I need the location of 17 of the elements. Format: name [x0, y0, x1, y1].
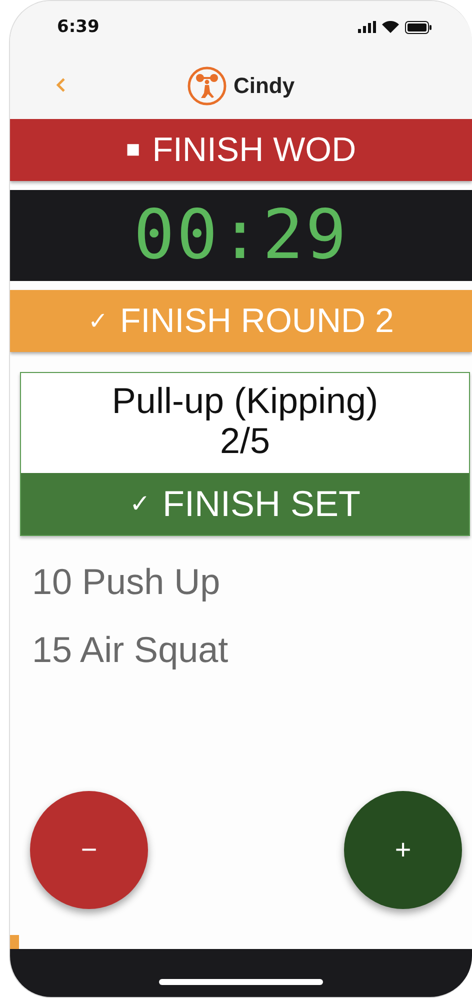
- wifi-icon: [382, 21, 399, 33]
- weightlifter-logo-icon: [187, 66, 228, 106]
- status-time: 6:39: [57, 17, 100, 37]
- finish-set-button[interactable]: ✓ FINISH SET: [21, 473, 469, 535]
- upcoming-exercise: 15 Air Squat: [32, 630, 230, 670]
- decrement-button[interactable]: −: [30, 791, 148, 909]
- home-indicator[interactable]: [159, 979, 323, 985]
- finish-wod-button[interactable]: ■ FINISH WOD: [10, 119, 472, 181]
- increment-button[interactable]: +: [344, 791, 462, 909]
- timer-display: 00:29: [134, 196, 348, 275]
- back-button[interactable]: [56, 77, 66, 93]
- signal-icon: [358, 21, 376, 33]
- exercise-name: Pull-up (Kipping): [112, 381, 378, 421]
- battery-icon: [405, 20, 432, 34]
- upcoming-exercise: 10 Push Up: [32, 562, 222, 602]
- workout-title: Cindy: [233, 73, 295, 99]
- set-count: 2/5: [220, 421, 270, 461]
